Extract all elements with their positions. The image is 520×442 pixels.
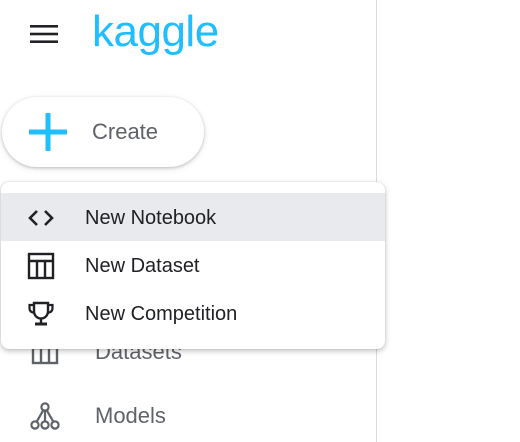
menu-item-label: New Dataset — [85, 255, 200, 277]
sidebar-item-models[interactable]: Models — [0, 391, 376, 439]
menu-item-label: New Notebook — [85, 207, 217, 229]
menu-item-label: New Competition — [85, 303, 238, 325]
plus-icon — [29, 113, 67, 151]
hamburger-menu-button[interactable] — [24, 14, 64, 54]
models-network-icon — [30, 402, 60, 430]
create-button-label: Create — [92, 119, 159, 144]
hamburger-menu-icon — [30, 25, 58, 43]
table-icon — [27, 252, 55, 280]
code-brackets-icon — [28, 210, 54, 226]
menu-item-new-notebook[interactable]: New Notebook — [1, 193, 385, 241]
main-content-area — [378, 0, 520, 442]
sidebar-item-label: Models — [95, 403, 166, 428]
trophy-icon — [28, 301, 54, 326]
create-dropdown-menu: New Notebook New Dataset New Competition — [1, 182, 385, 349]
menu-item-new-dataset[interactable]: New Dataset — [1, 241, 385, 289]
kaggle-logo[interactable]: kaggle — [92, 4, 219, 60]
menu-item-new-competition[interactable]: New Competition — [1, 289, 385, 337]
create-button[interactable]: Create — [2, 97, 204, 167]
